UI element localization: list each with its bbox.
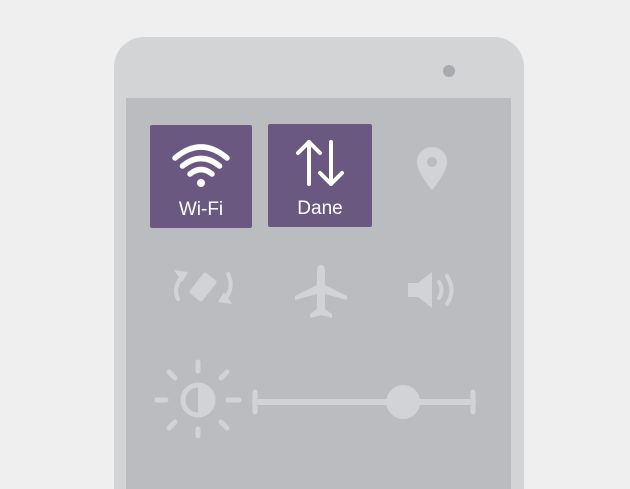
location-icon[interactable] — [413, 144, 451, 194]
slider-thumb — [386, 385, 421, 419]
wifi-tile-label: Wi-Fi — [178, 199, 224, 220]
front-camera — [443, 65, 455, 77]
screenshot-stage: Wi-Fi Dane — [0, 0, 630, 489]
brightness-icon — [154, 359, 242, 438]
mobile-data-toggle-tile[interactable]: Dane — [268, 124, 372, 227]
wifi-icon — [172, 144, 230, 187]
data-arrows-icon — [296, 140, 344, 186]
data-tile-label: Dane — [297, 198, 343, 219]
speaker-icon[interactable] — [404, 267, 464, 313]
wifi-toggle-tile[interactable]: Wi-Fi — [150, 125, 252, 228]
auto-rotate-icon[interactable] — [168, 264, 238, 310]
airplane-icon[interactable] — [291, 262, 351, 322]
brightness-slider[interactable] — [248, 380, 478, 424]
